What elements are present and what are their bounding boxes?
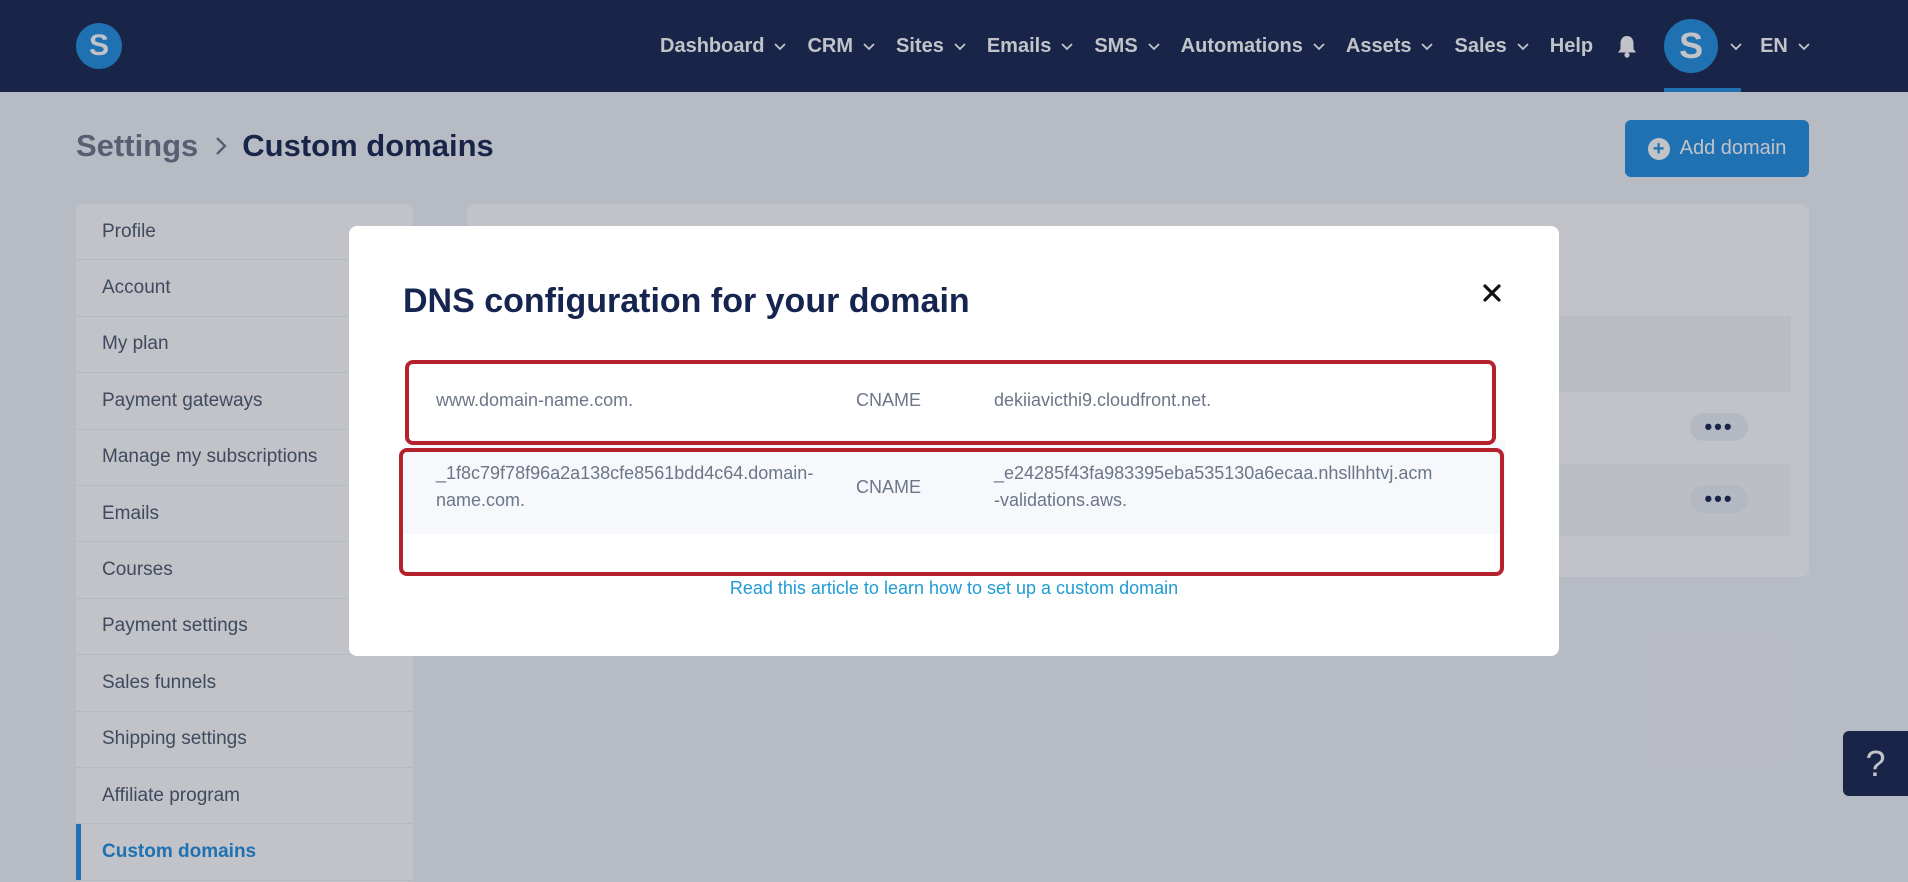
help-article-link[interactable]: Read this article to learn how to set up… [349, 578, 1559, 599]
highlight-box [399, 448, 1504, 576]
dns-config-modal: DNS configuration for your domain www.do… [349, 226, 1559, 656]
modal-title: DNS configuration for your domain [403, 282, 970, 320]
highlight-box [405, 360, 1496, 445]
close-icon[interactable] [1477, 278, 1507, 308]
